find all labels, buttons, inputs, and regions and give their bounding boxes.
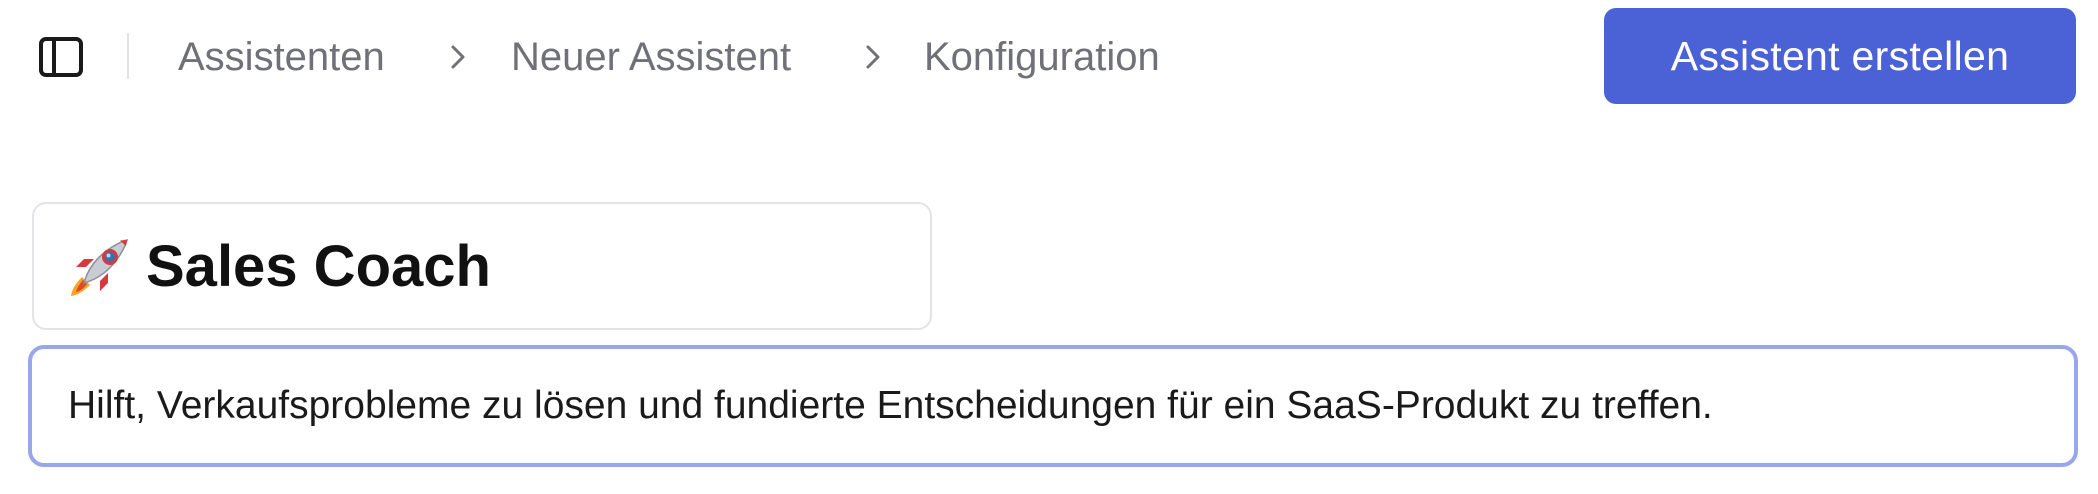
assistant-name-card[interactable]: Sales Coach [32,202,932,330]
header-divider [127,33,129,79]
chevron-right-icon [862,42,884,72]
breadcrumb-item-assistants[interactable]: Assistenten [178,31,385,83]
chevron-right-icon [447,42,469,72]
breadcrumb-item-new-assistant[interactable]: Neuer Assistent [511,31,791,83]
sidebar-toggle-button[interactable] [38,36,84,78]
rocket-icon[interactable] [68,237,130,299]
assistant-name[interactable]: Sales Coach [146,232,491,302]
breadcrumb-item-configuration: Konfiguration [924,35,1160,79]
sidebar-panel-icon [38,36,84,78]
assistant-description-input[interactable] [28,345,2078,467]
create-assistant-button[interactable]: Assistent erstellen [1604,8,2076,104]
top-bar: Assistenten Neuer Assistent Konfiguratio… [0,0,2098,114]
